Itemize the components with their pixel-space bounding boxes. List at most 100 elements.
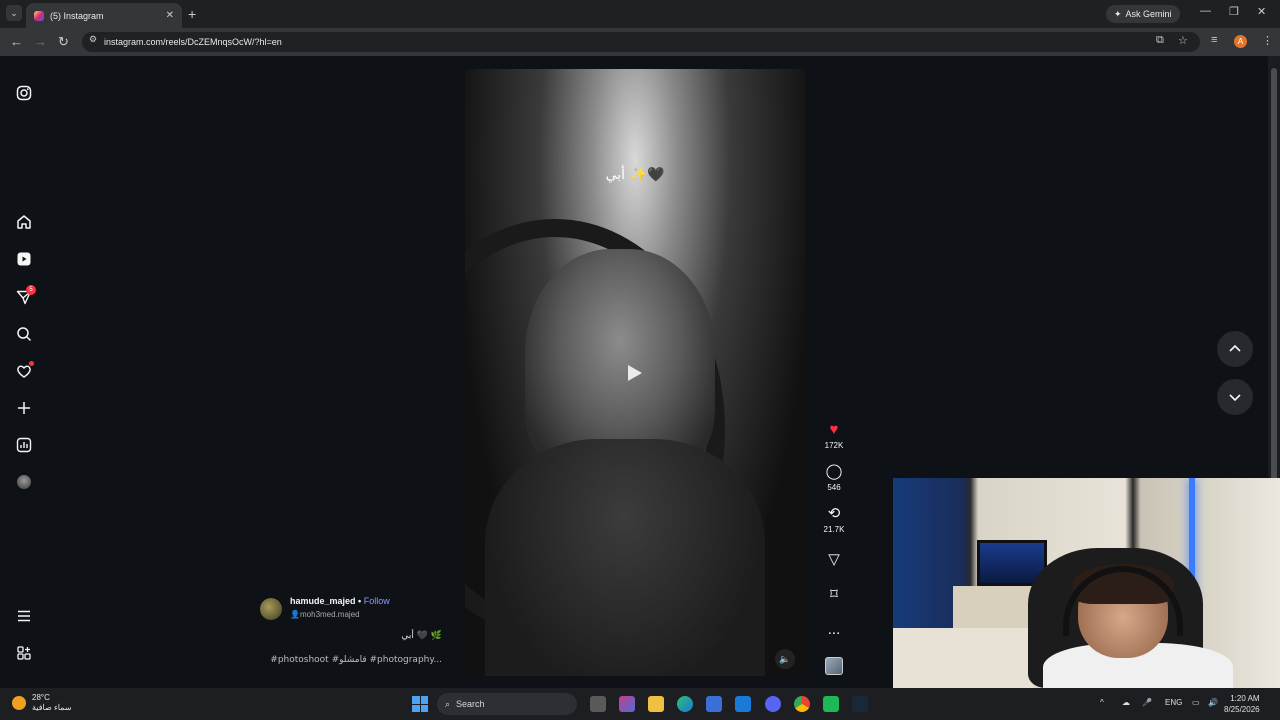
chevron-up-icon [1229, 344, 1241, 352]
new-tab-icon[interactable]: + [188, 6, 196, 22]
save-button[interactable]: ⌑ [816, 586, 852, 604]
profile-avatar[interactable] [14, 472, 34, 492]
like-count: 172K [824, 441, 844, 450]
install-app-icon[interactable]: ⧉ [1156, 34, 1164, 47]
like-button[interactable]: ♥ 172K [816, 421, 852, 450]
weather-temperature: 28°C [32, 693, 50, 702]
weather-description: سماء صافية [32, 703, 72, 712]
comment-count: 546 [827, 483, 841, 492]
windows-taskbar: 28°C سماء صافية ⌕ Search ^ ☁ 🎤 ENG ▭ 🔊 1… [0, 688, 1280, 720]
forward-arrow-icon[interactable]: → [34, 34, 47, 49]
menu-hamburger-icon[interactable] [14, 606, 34, 626]
previous-reel-button[interactable] [1217, 331, 1253, 367]
notifications-heart-icon[interactable] [14, 361, 34, 381]
steam-icon[interactable] [852, 696, 868, 712]
ask-gemini-label: Ask Gemini [1125, 9, 1172, 19]
taskbar-clock[interactable]: 1:20 AM 8/25/2026 [1224, 693, 1260, 715]
weather-moon-icon [12, 696, 26, 710]
browser-tab-instagram[interactable]: (5) Instagram ✕ [26, 3, 182, 28]
mail-icon[interactable] [735, 696, 751, 712]
chevron-down-icon [1229, 394, 1241, 402]
next-reel-button[interactable] [1217, 379, 1253, 415]
volume-icon[interactable]: 🔊 [1208, 698, 1218, 707]
tray-chevron-up-icon[interactable]: ^ [1100, 698, 1104, 707]
address-toolbar: ← → ↻ instagram.com/reels/DcZEMnqsOcW/?h… [0, 28, 1280, 56]
reels-icon[interactable] [14, 249, 34, 269]
heart-filled-icon: ♥ [829, 421, 839, 438]
microsoft-store-icon[interactable] [706, 696, 722, 712]
copilot-icon[interactable] [619, 696, 635, 712]
taskbar-search-box[interactable]: ⌕ Search [437, 693, 577, 715]
repost-count: 21.7K [823, 525, 845, 534]
notification-dot [29, 361, 34, 366]
window-close-icon[interactable]: ✕ [1257, 5, 1266, 18]
more-dots-icon: ... [827, 621, 841, 638]
instagram-sidebar: 5 [0, 56, 48, 688]
chrome-icon[interactable] [794, 696, 810, 712]
windows-start-icon[interactable] [412, 696, 428, 712]
browser-tab-strip: ⌄ (5) Instagram ✕ + ✦ Ask Gemini — ❐ ✕ [0, 0, 1280, 28]
bookmark-icon: ⌑ [830, 586, 838, 603]
minimize-icon[interactable]: — [1200, 5, 1211, 17]
discord-icon[interactable] [765, 696, 781, 712]
cam-bed [893, 628, 1033, 688]
restore-icon[interactable]: ❐ [1229, 5, 1239, 18]
tray-app-icon[interactable]: ☁ [1122, 698, 1130, 707]
ask-gemini-button[interactable]: ✦ Ask Gemini [1106, 5, 1180, 23]
reload-icon[interactable]: ↻ [58, 34, 69, 50]
tab-search-chevron-icon[interactable]: ⌄ [6, 5, 22, 21]
also-from-meta-icon[interactable] [14, 643, 34, 663]
reel-hashtags[interactable]: #photoshoot #قامشلو #photography... [270, 655, 442, 665]
file-explorer-icon[interactable] [648, 696, 664, 712]
microphone-icon[interactable]: 🎤 [1142, 698, 1152, 707]
instagram-logo-icon[interactable] [14, 83, 34, 103]
video-sleeve [485, 439, 765, 676]
display-icon[interactable]: ▭ [1192, 698, 1200, 707]
webcam-overlay [893, 478, 1280, 688]
clock-date: 8/25/2026 [1224, 705, 1260, 714]
app-icon[interactable] [823, 696, 839, 712]
direct-messages-icon[interactable]: 5 [14, 285, 36, 307]
more-options-button[interactable]: ... [816, 621, 852, 639]
address-bar[interactable]: instagram.com/reels/DcZEMnqsOcW/?hl=en [82, 32, 1200, 52]
author-avatar[interactable] [260, 598, 282, 620]
person-icon: 👤 [290, 610, 300, 619]
author-line: hamude_majed • Follow [290, 596, 390, 606]
task-view-icon[interactable] [590, 696, 606, 712]
tab-title: (5) Instagram [50, 10, 104, 21]
bookmark-star-icon[interactable]: ☆ [1178, 34, 1188, 47]
edge-browser-icon[interactable] [677, 696, 693, 712]
taskbar-search-placeholder: Search [456, 699, 485, 709]
repost-button[interactable]: ⟲ 21.7K [816, 505, 852, 534]
reading-list-icon[interactable]: ≡ [1211, 34, 1217, 46]
search-magnifier-icon: ⌕ [445, 698, 451, 709]
share-paper-plane-icon: ▽ [828, 551, 840, 568]
follow-button[interactable]: Follow [364, 596, 390, 606]
dashboard-chart-icon[interactable] [14, 435, 34, 455]
site-info-icon[interactable]: ⚙ [89, 34, 97, 45]
play-icon[interactable] [628, 365, 642, 381]
home-icon[interactable] [14, 212, 34, 232]
notification-badge: 5 [26, 285, 36, 295]
share-button[interactable]: ▽ [816, 551, 852, 569]
reel-video[interactable]: أبي ✨🖤 🔈 [465, 69, 805, 676]
original-audio-thumbnail[interactable] [825, 657, 843, 675]
search-icon[interactable] [14, 324, 34, 344]
repost-icon: ⟲ [827, 505, 841, 522]
profile-avatar[interactable]: A [1234, 35, 1247, 48]
tab-close-icon[interactable]: ✕ [166, 10, 174, 21]
author-username[interactable]: hamude_majed [290, 596, 356, 606]
clock-time: 1:20 AM [1230, 694, 1260, 703]
comment-button[interactable]: ◯ 546 [816, 463, 852, 492]
weather-widget[interactable]: 28°C سماء صافية [12, 693, 72, 713]
weather-text: 28°C سماء صافية [32, 693, 72, 713]
chrome-menu-icon[interactable]: ⋮ [1262, 34, 1273, 47]
create-plus-icon[interactable] [14, 398, 34, 418]
collab-username[interactable]: moh3med.majed [300, 610, 360, 619]
back-arrow-icon[interactable]: ← [10, 34, 23, 49]
comment-bubble-icon: ◯ [825, 463, 843, 480]
instagram-favicon-icon [34, 10, 44, 21]
gemini-sparkle-icon: ✦ [1114, 8, 1122, 19]
mute-speaker-icon[interactable]: 🔈 [775, 649, 795, 669]
language-indicator[interactable]: ENG [1165, 698, 1182, 707]
